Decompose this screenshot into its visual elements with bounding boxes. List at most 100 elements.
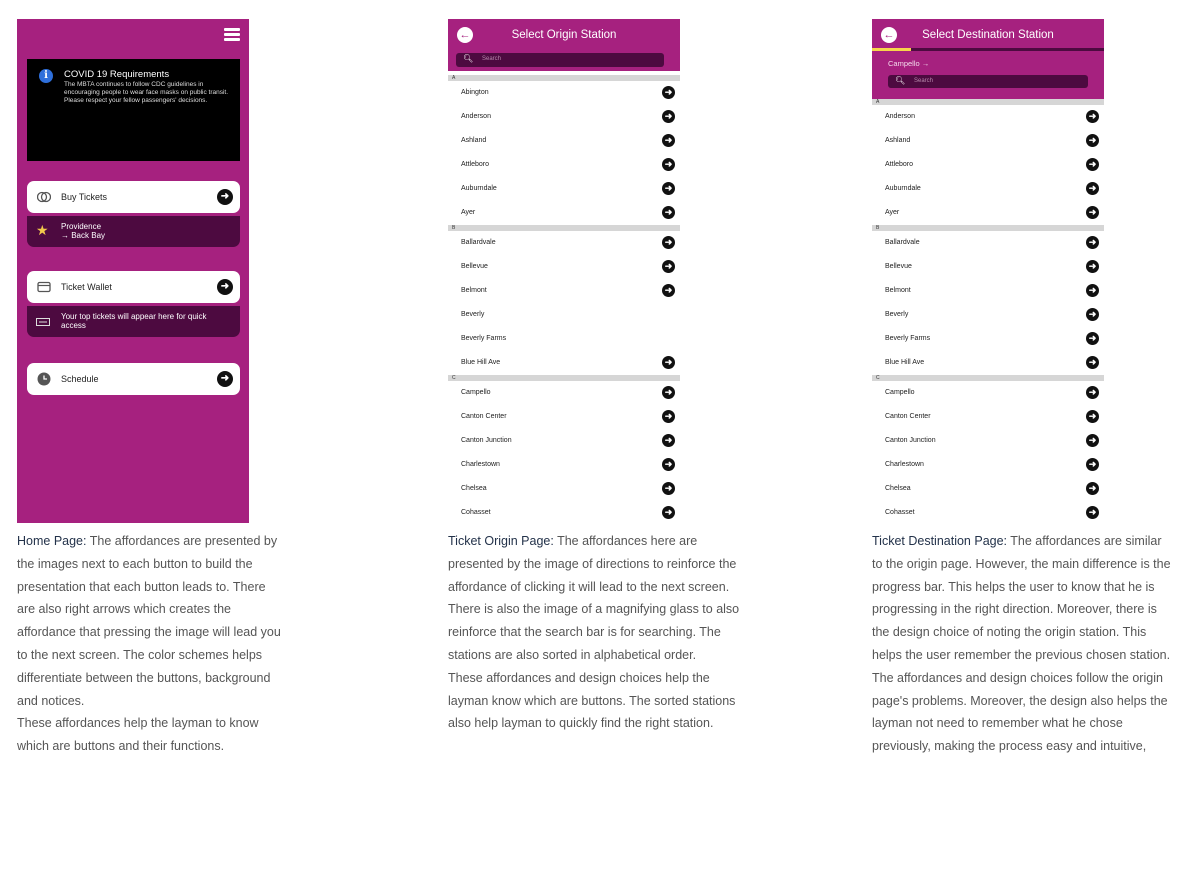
arrow-right-icon[interactable]: ➜ [1086, 458, 1099, 471]
destination-screen: ← Select Destination Station Campello → … [872, 19, 1104, 523]
station-row[interactable]: Blue Hill Ave ➜ [448, 351, 680, 375]
arrow-right-icon[interactable]: ➜ [1086, 182, 1099, 195]
station-row[interactable]: Bellevue ➜ [448, 255, 680, 279]
station-name: Auburndale [461, 185, 497, 192]
station-name: Anderson [461, 113, 491, 120]
station-row[interactable]: Cohasset ➜ [872, 501, 1104, 523]
favorite-origin: Providence [61, 222, 102, 231]
arrow-right-icon[interactable]: ➜ [662, 356, 675, 369]
menu-icon[interactable] [224, 28, 240, 41]
arrow-right-icon[interactable]: ➜ [1086, 206, 1099, 219]
arrow-right-icon[interactable]: ➜ [662, 482, 675, 495]
station-name: Belmont [461, 287, 487, 294]
station-row[interactable]: Attleboro ➜ [872, 153, 1104, 177]
arrow-right-icon[interactable]: ➜ [1086, 434, 1099, 447]
arrow-right-icon[interactable]: ➜ [1086, 506, 1099, 519]
station-row[interactable]: Beverly Farms ➜ [872, 327, 1104, 351]
arrow-right-icon[interactable]: ➜ [1086, 110, 1099, 123]
wallet-icon [37, 281, 51, 293]
station-name: Canton Junction [885, 437, 936, 444]
station-row[interactable]: Canton Center ➜ [448, 405, 680, 429]
arrow-right-icon[interactable]: ➜ [662, 506, 675, 519]
station-name: Bellevue [461, 263, 488, 270]
arrow-right-icon[interactable]: ➜ [662, 110, 675, 123]
arrow-right-icon[interactable]: ➜ [662, 236, 675, 249]
station-name: Ayer [885, 209, 900, 216]
station-row[interactable]: Canton Center ➜ [872, 405, 1104, 429]
arrow-right-icon[interactable]: ➜ [1086, 134, 1099, 147]
station-name: Charlestown [461, 461, 500, 468]
station-row[interactable]: Anderson ➜ [872, 105, 1104, 129]
station-row[interactable]: Campello ➜ [872, 381, 1104, 405]
arrow-right-icon[interactable]: ➜ [217, 189, 233, 205]
search-placeholder: Search [914, 78, 934, 84]
station-row[interactable]: Beverly Farms [448, 327, 680, 351]
station-row[interactable]: Ashland ➜ [872, 129, 1104, 153]
search-icon: 🔍︎ [895, 76, 906, 85]
arrow-right-icon[interactable]: ➜ [217, 279, 233, 295]
station-row[interactable]: Ashland ➜ [448, 129, 680, 153]
station-row[interactable]: Belmont ➜ [872, 279, 1104, 303]
arrow-right-icon[interactable]: ➜ [1086, 236, 1099, 249]
arrow-right-icon[interactable]: ➜ [1086, 386, 1099, 399]
arrow-right-icon[interactable]: ➜ [1086, 332, 1099, 345]
arrow-right-icon[interactable]: ➜ [1086, 308, 1099, 321]
ticket-icon [36, 318, 50, 326]
arrow-right-icon[interactable]: ➜ [217, 371, 233, 387]
ticket-wallet-button[interactable]: Ticket Wallet ➜ [27, 271, 240, 303]
arrow-right-icon[interactable]: ➜ [662, 458, 675, 471]
caption-heading: Ticket Origin Page: [448, 534, 554, 548]
schedule-button[interactable]: Schedule ➜ [27, 363, 240, 395]
station-row[interactable]: Campello ➜ [448, 381, 680, 405]
favorite-trip[interactable]: ★ Providence → Back Bay [27, 216, 240, 247]
station-row[interactable]: Bellevue ➜ [872, 255, 1104, 279]
arrow-right-icon[interactable]: ➜ [662, 206, 675, 219]
station-row[interactable]: Charlestown ➜ [872, 453, 1104, 477]
station-row[interactable]: Auburndale ➜ [448, 177, 680, 201]
search-input[interactable]: 🔍︎ Search [888, 75, 1088, 88]
station-row[interactable]: Ayer ➜ [872, 201, 1104, 225]
arrow-right-icon[interactable]: ➜ [662, 260, 675, 273]
station-name: Charlestown [885, 461, 924, 468]
station-name: Ballardvale [885, 239, 920, 246]
arrow-right-icon[interactable]: ➜ [1086, 482, 1099, 495]
station-row[interactable]: Beverly ➜ [872, 303, 1104, 327]
station-row[interactable]: Beverly [448, 303, 680, 327]
arrow-right-icon[interactable]: ➜ [662, 86, 675, 99]
station-row[interactable]: Canton Junction ➜ [448, 429, 680, 453]
station-row[interactable]: Anderson ➜ [448, 105, 680, 129]
arrow-right-icon[interactable]: ➜ [662, 284, 675, 297]
search-input[interactable]: 🔍︎ Search [456, 53, 664, 67]
station-row[interactable]: Ayer ➜ [448, 201, 680, 225]
buy-tickets-button[interactable]: Buy Tickets ➜ [27, 181, 240, 213]
arrow-right-icon[interactable]: ➜ [1086, 410, 1099, 423]
station-row[interactable]: Blue Hill Ave ➜ [872, 351, 1104, 375]
arrow-right-icon[interactable]: ➜ [1086, 284, 1099, 297]
arrow-right-icon[interactable]: ➜ [662, 182, 675, 195]
station-row[interactable]: Auburndale ➜ [872, 177, 1104, 201]
arrow-right-icon[interactable]: ➜ [662, 386, 675, 399]
station-row[interactable]: Canton Junction ➜ [872, 429, 1104, 453]
station-row[interactable]: Belmont ➜ [448, 279, 680, 303]
station-row[interactable]: Attleboro ➜ [448, 153, 680, 177]
station-row[interactable]: Charlestown ➜ [448, 453, 680, 477]
arrow-right-icon[interactable]: ➜ [662, 434, 675, 447]
station-list: A Abington ➜ Anderson ➜ Ashland ➜ Attleboro ➜ Aub… [448, 75, 680, 523]
caption-text: The affordances here are presented by th… [448, 534, 740, 662]
favorite-destination: → Back Bay [61, 231, 106, 240]
search-icon: 🔍︎ [463, 54, 474, 63]
arrow-right-icon[interactable]: ➜ [662, 134, 675, 147]
station-row[interactable]: Abington ➜ [448, 81, 680, 105]
arrow-right-icon[interactable]: ➜ [1086, 356, 1099, 369]
arrow-right-icon[interactable]: ➜ [662, 410, 675, 423]
arrow-right-icon[interactable]: ➜ [1086, 158, 1099, 171]
arrow-right-icon[interactable]: ➜ [1086, 260, 1099, 273]
station-row[interactable]: Chelsea ➜ [872, 477, 1104, 501]
station-row[interactable]: Cohasset ➜ [448, 501, 680, 523]
station-row[interactable]: Chelsea ➜ [448, 477, 680, 501]
caption-text: The affordances and design choices follo… [872, 670, 1168, 754]
station-row[interactable]: Ballardvale ➜ [872, 231, 1104, 255]
arrow-right-icon[interactable]: ➜ [662, 158, 675, 171]
station-row[interactable]: Ballardvale ➜ [448, 231, 680, 255]
origin-breadcrumb[interactable]: Campello → [888, 59, 929, 68]
